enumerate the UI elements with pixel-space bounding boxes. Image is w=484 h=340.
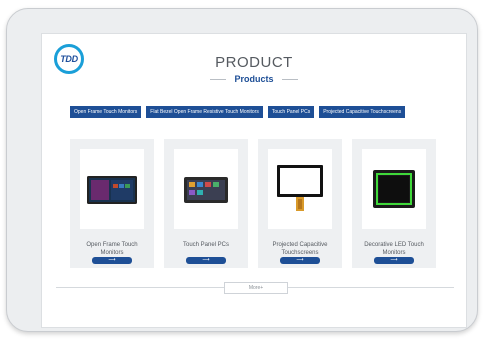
screen: TDD PRODUCT Products Open Frame Touch Mo…: [41, 33, 467, 328]
view-button[interactable]: ⟶: [280, 257, 320, 264]
subtitle-rule-left: [210, 78, 227, 80]
view-button[interactable]: ⟶: [374, 257, 414, 264]
arrow-right-icon: ⟶: [108, 257, 116, 263]
product-card[interactable]: Projected Capacitive Touchscreens ⟶: [258, 139, 342, 268]
product-label: Open Frame Touch Monitors: [86, 242, 138, 256]
tablet-frame: TDD PRODUCT Products Open Frame Touch Mo…: [6, 8, 478, 332]
tab-open-frame[interactable]: Open Frame Touch Monitors: [70, 106, 142, 118]
subtitle-rule-right: [281, 78, 298, 80]
arrow-right-icon: ⟶: [202, 257, 210, 263]
more-button[interactable]: More+: [224, 282, 288, 294]
product-image: [362, 149, 426, 229]
led-monitor-icon: [373, 170, 415, 208]
tab-flat-bezel[interactable]: Flat Bezel Open Frame Resistive Touch Mo…: [146, 106, 263, 118]
product-label: Decorative LED Touch Monitors: [364, 242, 424, 256]
page-title: PRODUCT: [215, 54, 293, 71]
product-label: Touch Panel PCs: [182, 242, 230, 248]
arrow-right-icon: ⟶: [296, 257, 304, 263]
product-cards: Open Frame Touch Monitors ⟶ Touch Panel …: [70, 139, 436, 268]
product-card[interactable]: Touch Panel PCs ⟶: [164, 139, 248, 268]
view-button[interactable]: ⟶: [186, 257, 226, 264]
touch-monitor-icon: [87, 176, 137, 204]
product-image: [268, 149, 332, 229]
page-subtitle: Products: [234, 74, 274, 84]
page-subtitle-row: Products: [42, 74, 466, 84]
product-label: Projected Capacitive Touchscreens: [272, 242, 328, 256]
product-image: [174, 149, 238, 229]
touchscreen-icon: [277, 165, 323, 211]
panel-pc-icon: [184, 177, 228, 203]
arrow-right-icon: ⟶: [390, 257, 398, 263]
tab-touch-panel-pcs[interactable]: Touch Panel PCs: [267, 106, 315, 118]
product-image: [80, 149, 144, 229]
tab-projected-capacitive[interactable]: Projected Capacitive Touchscreens: [319, 106, 406, 118]
view-button[interactable]: ⟶: [92, 257, 132, 264]
category-tabs: Open Frame Touch Monitors Flat Bezel Ope…: [70, 106, 406, 118]
product-card[interactable]: Decorative LED Touch Monitors ⟶: [352, 139, 436, 268]
product-card[interactable]: Open Frame Touch Monitors ⟶: [70, 139, 154, 268]
